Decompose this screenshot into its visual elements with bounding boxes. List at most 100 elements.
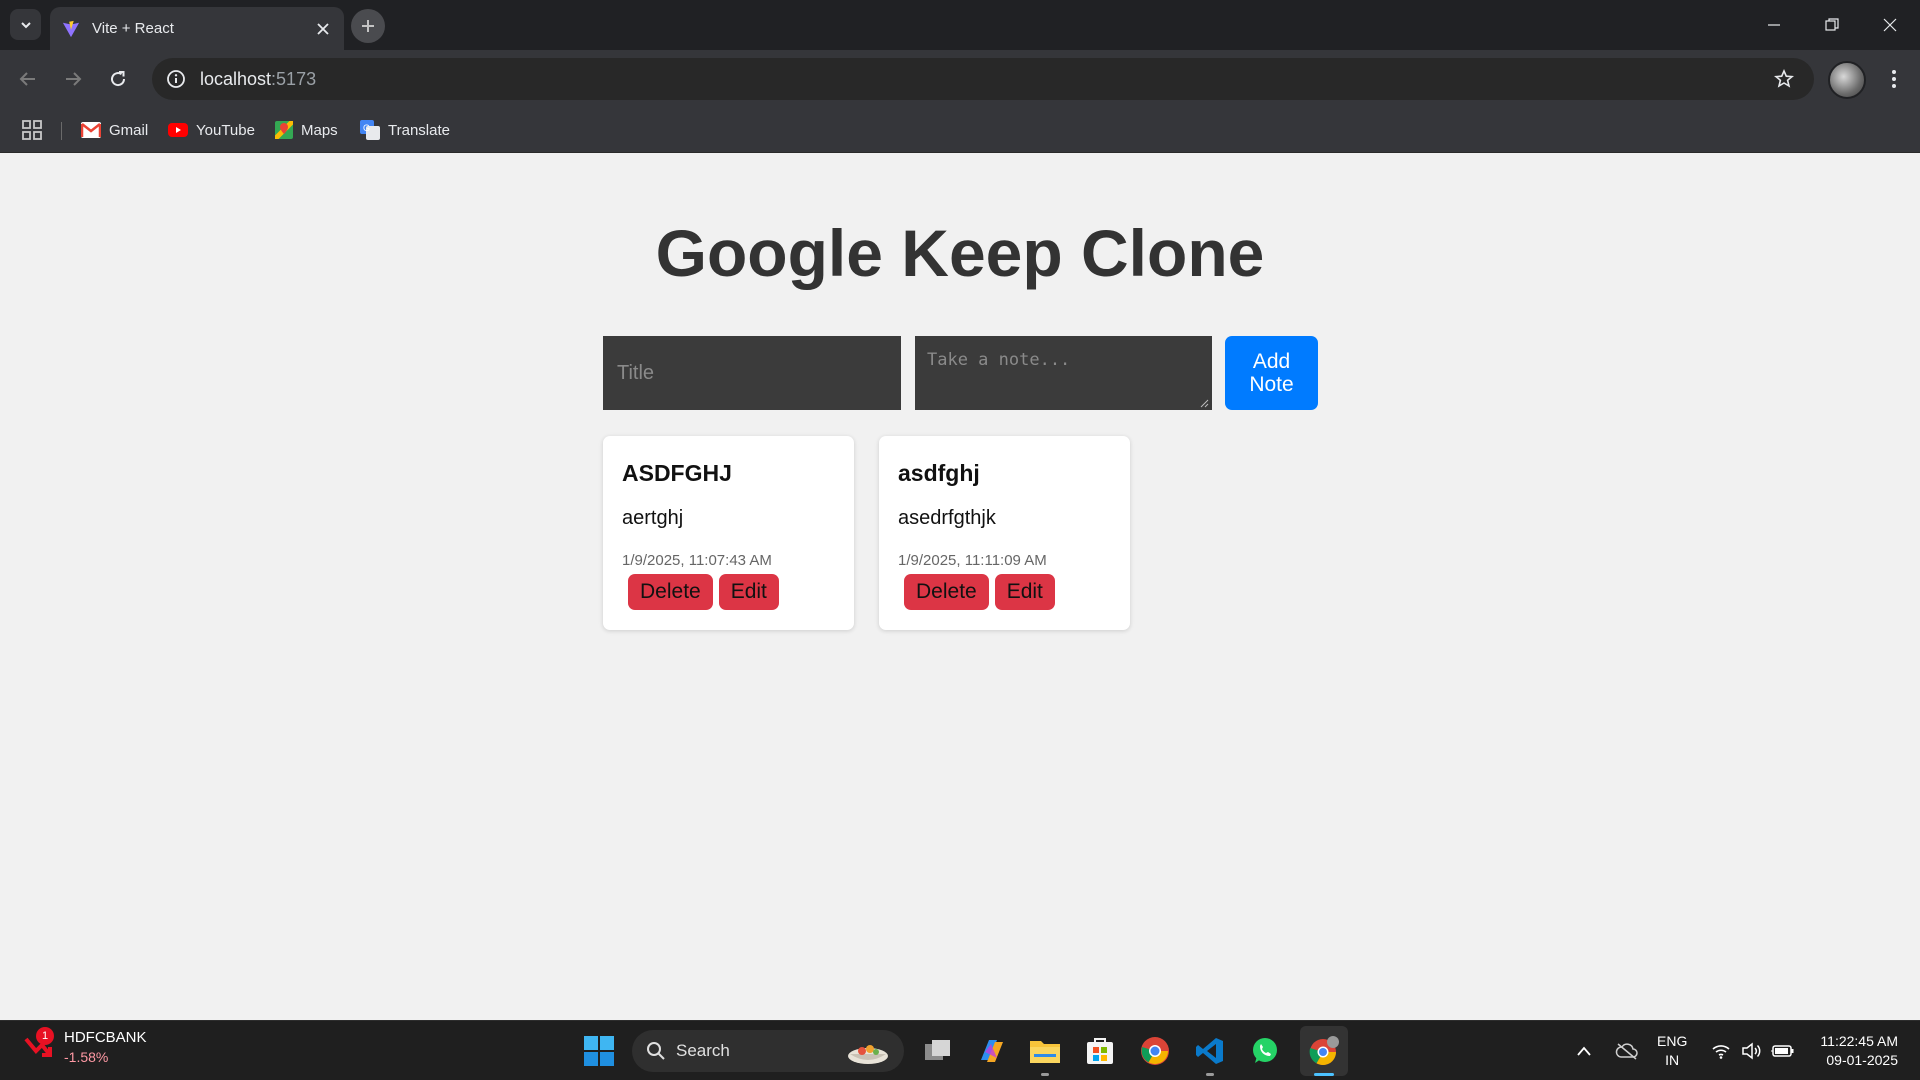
system-clock[interactable]: 11:22:45 AM 09-01-2025 [1808, 1032, 1898, 1070]
taskbar-chrome[interactable] [1137, 1033, 1173, 1069]
minimize-icon [1768, 24, 1780, 26]
tray-wifi[interactable] [1711, 1039, 1731, 1063]
windows-start-icon[interactable] [582, 1034, 616, 1068]
task-view-icon [925, 1040, 950, 1060]
notes-grid: ASDFGHJ aertghj 1/9/2025, 11:07:43 AM De… [603, 436, 1130, 630]
minimize-button[interactable] [1745, 0, 1803, 50]
taskbar-chrome-profile[interactable] [1306, 1033, 1342, 1076]
search-highlight-icon [848, 1045, 888, 1064]
tray-onedrive[interactable] [1615, 1039, 1639, 1063]
bookmark-label: Maps [301, 121, 338, 139]
note-actions: Delete Edit [622, 574, 835, 610]
clock-date: 09-01-2025 [1826, 1052, 1898, 1068]
note-title: asdfghj [898, 460, 980, 486]
note-title: ASDFGHJ [622, 460, 732, 486]
tab-close-button[interactable] [314, 20, 332, 38]
windows-taskbar: 1 HDFCBANK -1.58% Search ENG IN 11:22:45… [0, 1020, 1920, 1080]
tray-battery[interactable] [1771, 1039, 1795, 1063]
taskbar-file-explorer[interactable] [1027, 1033, 1063, 1076]
bookmarks-divider [61, 122, 62, 140]
note-title-input[interactable] [603, 336, 901, 410]
page-title: Google Keep Clone [655, 216, 1265, 290]
edit-note-button[interactable]: Edit [994, 574, 1055, 610]
new-tab-button[interactable] [351, 9, 385, 43]
reload-button[interactable] [104, 65, 132, 93]
cloud-off-icon [1615, 1043, 1638, 1060]
note-card: ASDFGHJ aertghj 1/9/2025, 11:07:43 AM De… [603, 436, 854, 630]
folder-icon [1030, 1041, 1060, 1063]
forward-button[interactable] [59, 65, 87, 93]
vscode-icon [1196, 1038, 1223, 1064]
vite-logo-icon [62, 20, 80, 37]
taskbar-search[interactable]: Search [632, 1030, 904, 1072]
browser-tabstrip: Vite + React [0, 0, 1920, 50]
notification-badge: 1 [36, 1027, 54, 1045]
copilot-icon [981, 1040, 1003, 1062]
language-indicator[interactable]: ENG IN [1657, 1032, 1687, 1070]
taskbar-copilot[interactable] [973, 1033, 1009, 1069]
bookmark-gmail[interactable]: Gmail [81, 118, 148, 142]
apps-grid-icon[interactable] [20, 118, 44, 142]
url-host: localhost [200, 68, 272, 89]
bookmark-label: YouTube [196, 121, 255, 139]
delete-note-button[interactable]: Delete [628, 574, 713, 610]
profile-avatar[interactable] [1828, 61, 1866, 99]
battery-charging-icon [1771, 1045, 1794, 1057]
close-window-button[interactable] [1861, 0, 1919, 50]
taskbar-whatsapp[interactable] [1247, 1033, 1283, 1069]
bookmark-translate[interactable]: G Translate [360, 118, 450, 142]
translate-icon: G [360, 120, 380, 140]
edit-note-button[interactable]: Edit [718, 574, 779, 610]
bookmark-label: Gmail [109, 121, 149, 139]
browser-menu-button[interactable] [1880, 65, 1908, 93]
resize-grip-icon[interactable] [1199, 398, 1209, 408]
plus-icon [362, 20, 374, 32]
browser-tab-active[interactable]: Vite + React [50, 7, 344, 50]
kebab-menu-icon [1892, 70, 1896, 88]
note-actions: Delete Edit [898, 574, 1111, 610]
stock-name: HDFCBANK [64, 1029, 147, 1046]
clock-time: 11:22:45 AM [1820, 1033, 1898, 1049]
maps-icon [275, 121, 293, 139]
browser-toolbar: localhost:5173 [0, 50, 1920, 108]
add-note-button[interactable]: Add Note [1225, 336, 1318, 410]
active-indicator [1314, 1073, 1334, 1076]
arrow-right-icon [66, 72, 82, 86]
close-icon [317, 22, 329, 35]
lang-code: ENG [1657, 1033, 1688, 1049]
stock-widget[interactable]: 1 HDFCBANK -1.58% [22, 1027, 147, 1065]
svg-text:G: G [363, 123, 370, 133]
page-viewport: Google Keep Clone Add Note ASDFGHJ aertg… [0, 153, 1920, 1020]
close-icon [1883, 18, 1897, 32]
tab-title: Vite + React [92, 20, 174, 37]
tray-volume[interactable] [1741, 1039, 1763, 1063]
restore-icon [1825, 18, 1839, 31]
running-indicator [1041, 1073, 1049, 1076]
note-content-textarea[interactable] [915, 336, 1212, 410]
back-button[interactable] [14, 65, 42, 93]
note-timestamp: 1/9/2025, 11:11:09 AM [898, 552, 1047, 569]
gmail-icon [81, 122, 101, 138]
bookmark-star-icon[interactable] [1774, 69, 1794, 89]
wifi-icon [1712, 1045, 1730, 1059]
arrow-left-icon [19, 72, 35, 86]
chevron-down-icon [20, 21, 31, 28]
reload-icon [111, 71, 126, 87]
bookmark-maps[interactable]: Maps [275, 118, 338, 142]
bookmark-label: Translate [388, 121, 450, 139]
tray-overflow-button[interactable] [1576, 1039, 1592, 1063]
taskbar-store[interactable] [1082, 1033, 1118, 1069]
delete-note-button[interactable]: Delete [904, 574, 989, 610]
note-content: aertghj [622, 507, 684, 529]
taskbar-vscode[interactable] [1192, 1033, 1228, 1076]
taskbar-task-view[interactable] [920, 1033, 956, 1069]
note-content: asedrfgthjk [898, 507, 996, 529]
chevron-up-icon [1577, 1046, 1591, 1056]
lang-region: IN [1665, 1052, 1680, 1068]
bookmark-youtube[interactable]: YouTube [168, 118, 255, 142]
volume-icon [1742, 1042, 1761, 1060]
tab-search-button[interactable] [10, 9, 41, 40]
restore-button[interactable] [1803, 0, 1861, 50]
chrome-icon [1141, 1037, 1169, 1065]
address-bar[interactable]: localhost:5173 [152, 58, 1814, 100]
